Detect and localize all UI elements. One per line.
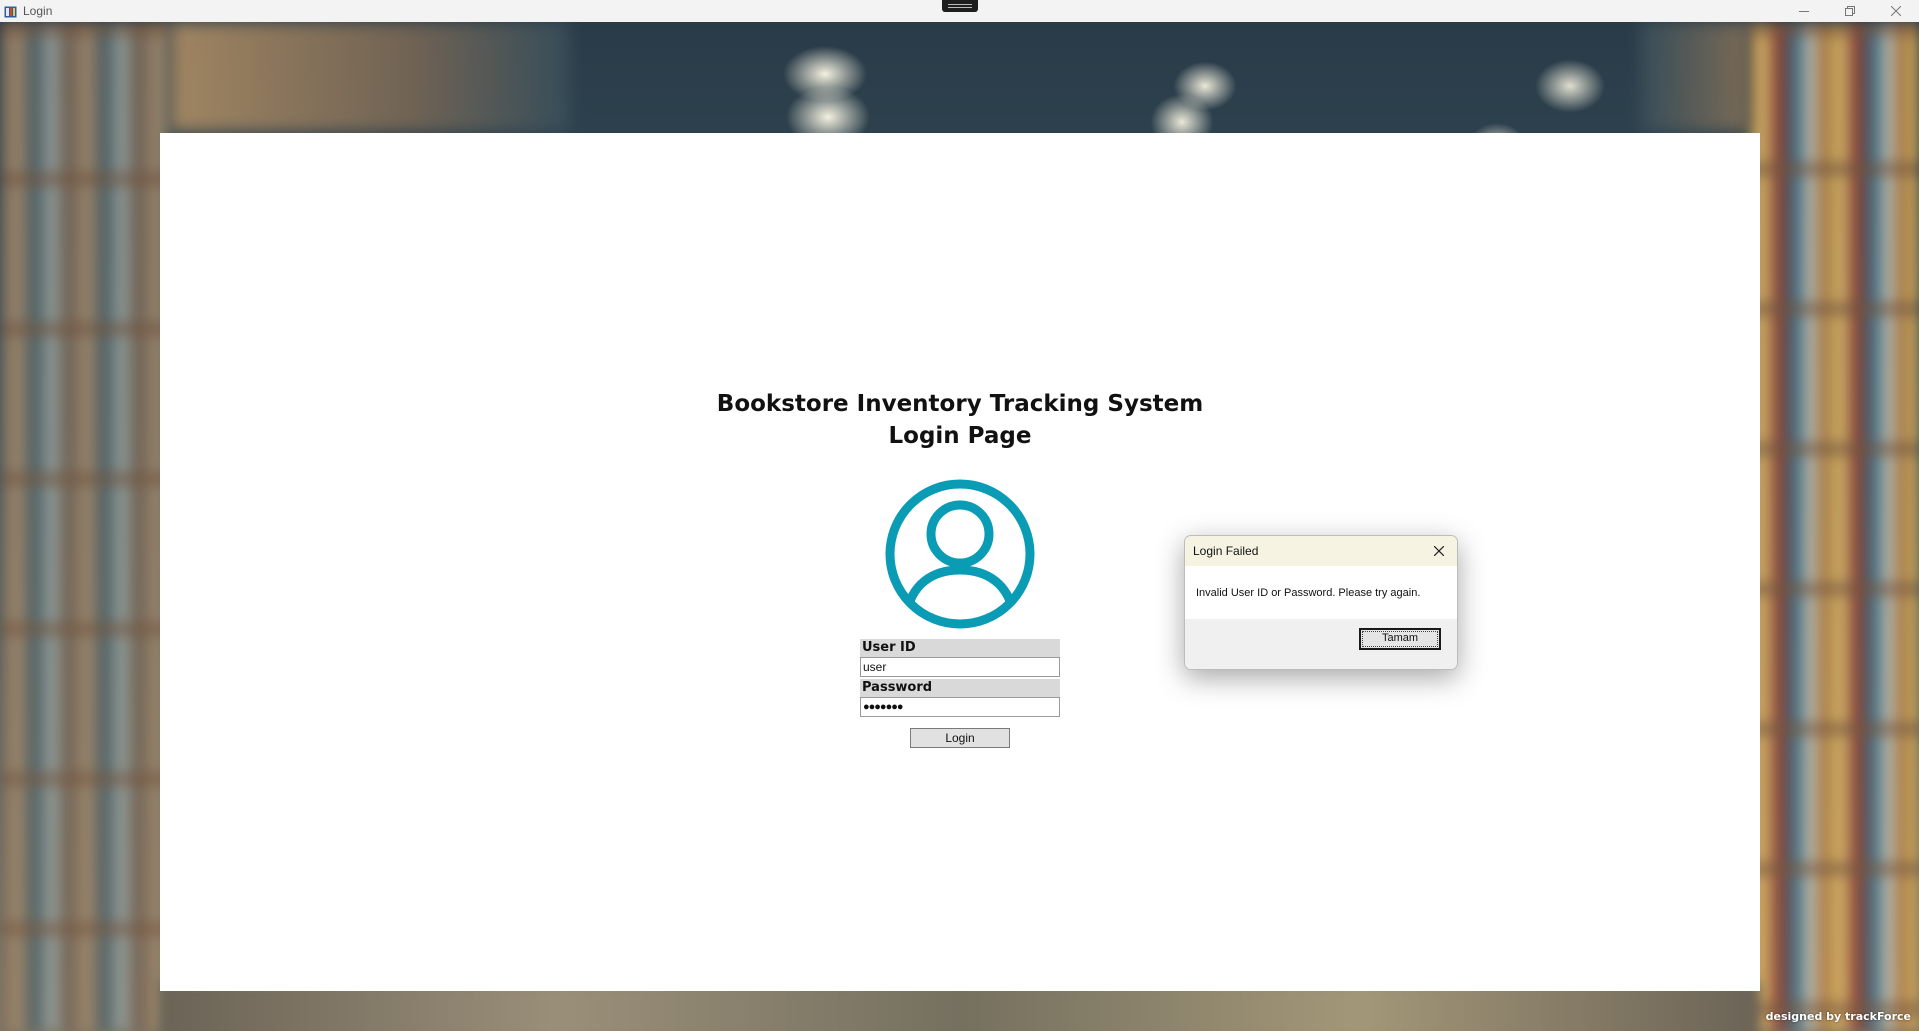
restore-button[interactable] xyxy=(1827,0,1873,22)
user-id-input[interactable]: user xyxy=(860,657,1060,677)
dialog-footer: Tamam xyxy=(1185,619,1457,669)
user-circle-icon xyxy=(885,479,1035,629)
bookshelf-left xyxy=(0,22,170,1031)
login-button[interactable]: Login xyxy=(910,728,1010,748)
page-subtitle: Login Page xyxy=(888,423,1032,449)
password-label: Password xyxy=(860,679,1060,697)
designer-credit: designed by trackForce xyxy=(1765,1010,1911,1023)
password-input[interactable]: ●●●●●●● xyxy=(860,697,1060,717)
snap-layout-handle[interactable] xyxy=(942,0,978,12)
bookshelf-right xyxy=(1749,22,1919,1031)
login-form: User ID user Password ●●●●●●● xyxy=(860,639,1060,719)
window-controls xyxy=(1781,0,1919,22)
dialog-message: Invalid User ID or Password. Please try … xyxy=(1196,586,1421,599)
app-title: Bookstore Inventory Tracking System xyxy=(716,391,1204,417)
bookshelf-top-left xyxy=(170,22,570,132)
app-icon xyxy=(3,4,17,18)
close-button[interactable] xyxy=(1873,0,1919,22)
login-failed-dialog: Login Failed Invalid User ID or Password… xyxy=(1184,535,1458,670)
login-window: Login Bookstore Inventory Tracking Syste… xyxy=(0,0,1919,1031)
dialog-close-button[interactable] xyxy=(1429,541,1449,561)
ok-button[interactable]: Tamam xyxy=(1359,628,1441,650)
dialog-title: Login Failed xyxy=(1193,544,1259,558)
login-panel: Bookstore Inventory Tracking System Logi… xyxy=(160,133,1760,991)
title-bar[interactable]: Login xyxy=(0,0,1919,22)
minimize-button[interactable] xyxy=(1781,0,1827,22)
dialog-title-bar[interactable]: Login Failed xyxy=(1185,536,1457,566)
minimize-icon xyxy=(1799,11,1809,12)
user-id-label: User ID xyxy=(860,639,1060,657)
close-icon xyxy=(1891,6,1901,16)
close-icon xyxy=(1434,546,1444,556)
bookshelf-top-right xyxy=(1640,22,1750,132)
page-title: Bookstore Inventory Tracking System Logi… xyxy=(160,388,1760,452)
restore-icon xyxy=(1845,6,1855,16)
window-title: Login xyxy=(23,4,53,18)
